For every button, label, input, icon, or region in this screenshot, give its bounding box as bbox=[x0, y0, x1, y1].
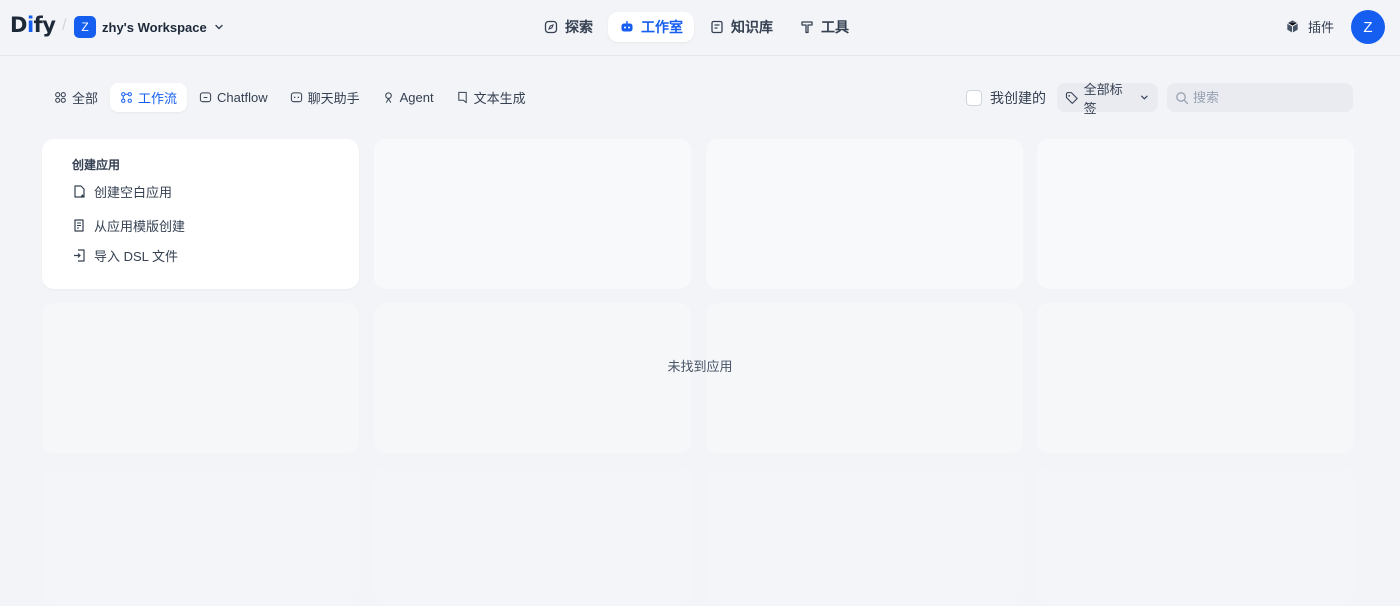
import-dsl-button[interactable]: 导入 DSL 文件 bbox=[72, 246, 178, 265]
app-card-placeholder bbox=[706, 139, 1023, 289]
tab-chatbot[interactable]: 聊天助手 bbox=[280, 83, 370, 112]
chevron-down-icon bbox=[215, 24, 223, 30]
created-by-me-label: 我创建的 bbox=[990, 90, 1046, 106]
chat-icon bbox=[290, 92, 302, 103]
create-blank-app-button[interactable]: 创建空白应用 bbox=[72, 182, 172, 201]
separator: / bbox=[62, 17, 67, 34]
grid-icon bbox=[55, 92, 66, 103]
create-from-template-button[interactable]: 从应用模版创建 bbox=[72, 216, 185, 235]
chevron-down-icon bbox=[1141, 95, 1148, 100]
template-icon bbox=[74, 219, 84, 232]
nav-label: 探索 bbox=[565, 19, 593, 35]
tab-label: 全部 bbox=[72, 91, 99, 106]
plugins-button[interactable]: 插件 bbox=[1285, 17, 1334, 36]
search-icon bbox=[1176, 91, 1189, 104]
nav-label: 工作室 bbox=[641, 19, 683, 35]
app-card-placeholder bbox=[706, 303, 1023, 453]
search-box[interactable] bbox=[1167, 83, 1353, 112]
app-card-placeholder bbox=[374, 139, 691, 289]
book-icon bbox=[711, 20, 723, 34]
nav-label: 工具 bbox=[821, 19, 849, 35]
create-item-label: 导入 DSL 文件 bbox=[94, 249, 179, 264]
tab-label: 聊天助手 bbox=[307, 91, 360, 106]
plugins-label: 插件 bbox=[1308, 20, 1335, 35]
hammer-icon bbox=[801, 21, 813, 34]
dify-logo[interactable]: Dify bbox=[10, 13, 56, 37]
tab-chatflow[interactable]: Chatflow bbox=[189, 83, 278, 112]
agent-icon bbox=[384, 92, 392, 103]
app-card-placeholder bbox=[1037, 139, 1354, 289]
main-nav: 探索 工作室 知识库 工具 bbox=[532, 12, 860, 42]
tab-completion[interactable]: 文本生成 bbox=[446, 83, 536, 112]
tag-icon bbox=[1065, 91, 1078, 104]
tab-all[interactable]: 全部 bbox=[44, 83, 108, 112]
tag-filter-label: 全部标签 bbox=[1083, 81, 1123, 116]
tab-agent[interactable]: Agent bbox=[372, 83, 444, 112]
cube-icon bbox=[1287, 20, 1298, 33]
tab-label: Chatflow bbox=[217, 90, 268, 105]
nav-label: 知识库 bbox=[731, 19, 773, 35]
app-type-tabs: 全部 工作流 Chatflow 聊天助手 Agent 文本生成 bbox=[44, 83, 536, 112]
nav-tools[interactable]: 工具 bbox=[788, 12, 860, 42]
created-by-me-toggle[interactable]: 我创建的 bbox=[966, 88, 1046, 108]
nav-studio[interactable]: 工作室 bbox=[608, 12, 694, 42]
empty-state-message: 未找到应用 bbox=[667, 359, 733, 374]
file-plus-icon bbox=[74, 185, 85, 198]
text-icon bbox=[457, 91, 467, 104]
tab-label: 文本生成 bbox=[473, 91, 526, 106]
workspace-selector[interactable]: Z zhy's Workspace bbox=[74, 15, 225, 39]
create-item-label: 从应用模版创建 bbox=[94, 219, 186, 234]
tab-label: Agent bbox=[399, 90, 434, 105]
search-input[interactable] bbox=[1193, 90, 1343, 105]
chatflow-icon bbox=[199, 92, 212, 103]
app-card-placeholder bbox=[42, 466, 359, 606]
app-card-placeholder bbox=[1037, 303, 1354, 453]
tab-workflow[interactable]: 工作流 bbox=[110, 83, 188, 112]
user-avatar[interactable]: Z bbox=[1351, 10, 1385, 44]
create-app-card: 创建应用 创建空白应用 从应用模版创建 导入 DSL 文件 bbox=[42, 139, 359, 289]
nav-knowledge[interactable]: 知识库 bbox=[698, 12, 784, 42]
nav-explore[interactable]: 探索 bbox=[532, 12, 604, 42]
create-app-title: 创建应用 bbox=[72, 158, 121, 172]
app-card-placeholder bbox=[42, 303, 359, 453]
robot-icon bbox=[621, 21, 633, 32]
app-card-placeholder bbox=[706, 466, 1023, 606]
top-bar: Dify / Z zhy's Workspace 探索 工作室 知识库 工具 插… bbox=[0, 0, 1400, 56]
compass-icon bbox=[544, 20, 558, 34]
app-card-placeholder bbox=[374, 303, 691, 453]
workspace-name: zhy's Workspace bbox=[102, 19, 207, 35]
created-by-me-checkbox[interactable] bbox=[966, 90, 982, 106]
workspace-avatar: Z bbox=[74, 16, 96, 38]
workflow-icon bbox=[121, 92, 132, 103]
app-card-placeholder bbox=[1037, 466, 1354, 606]
file-import-icon bbox=[74, 249, 85, 262]
app-card-placeholder bbox=[374, 466, 691, 606]
tab-label: 工作流 bbox=[138, 91, 178, 106]
create-item-label: 创建空白应用 bbox=[94, 185, 173, 200]
tag-filter-dropdown[interactable]: 全部标签 bbox=[1057, 82, 1158, 116]
